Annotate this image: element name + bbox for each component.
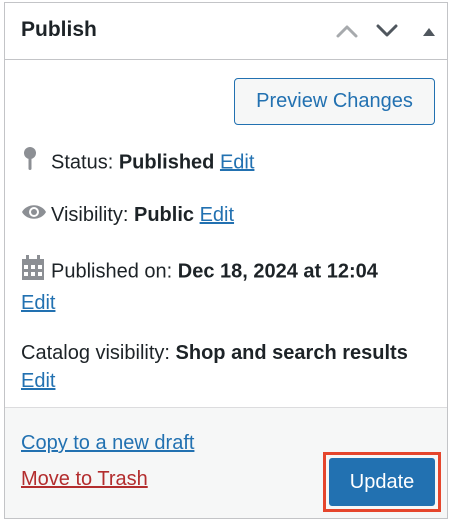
catalog-visibility-label: Catalog visibility: bbox=[21, 342, 170, 364]
status-edit-link[interactable]: Edit bbox=[220, 151, 254, 173]
triangle-up-icon[interactable] bbox=[421, 25, 437, 44]
eye-icon bbox=[21, 202, 51, 230]
published-on-value: Dec 18, 2024 at 12:04 bbox=[177, 260, 378, 283]
visibility-label: Visibility: bbox=[51, 204, 129, 226]
visibility-edit-link[interactable]: Edit bbox=[200, 204, 234, 226]
copy-to-draft-link[interactable]: Copy to a new draft bbox=[21, 432, 194, 455]
status-row: Status: Published Edit bbox=[21, 146, 254, 180]
published-on-label: Published on: bbox=[51, 260, 173, 283]
catalog-visibility-edit-link[interactable]: Edit bbox=[21, 370, 55, 392]
update-highlight: Update bbox=[323, 452, 441, 512]
panel-title: Publish bbox=[21, 18, 97, 41]
published-on-edit-link[interactable]: Edit bbox=[21, 292, 55, 314]
pin-icon bbox=[21, 146, 51, 180]
move-to-trash-link[interactable]: Move to Trash bbox=[21, 468, 148, 491]
published-on-row: Published on: Dec 18, 2024 at 12:04 Edit bbox=[21, 255, 431, 317]
visibility-row: Visibility: Public Edit bbox=[21, 201, 234, 230]
status-label: Status: bbox=[51, 151, 114, 174]
publish-panel: Publish Preview Changes Status: Publishe… bbox=[4, 2, 448, 519]
chevron-up-icon[interactable] bbox=[335, 21, 359, 46]
update-button[interactable]: Update bbox=[329, 458, 435, 506]
preview-changes-button[interactable]: Preview Changes bbox=[234, 78, 435, 125]
catalog-visibility-value: Shop and search results bbox=[175, 342, 408, 364]
catalog-visibility-row: Catalog visibility: Shop and search resu… bbox=[21, 339, 421, 395]
panel-header: Publish bbox=[5, 3, 447, 60]
chevron-down-icon[interactable] bbox=[375, 21, 399, 46]
publish-actions: Copy to a new draft Move to Trash Update bbox=[5, 407, 447, 518]
visibility-value: Public bbox=[134, 204, 195, 226]
calendar-icon bbox=[21, 255, 51, 289]
status-value: Published bbox=[118, 151, 215, 174]
